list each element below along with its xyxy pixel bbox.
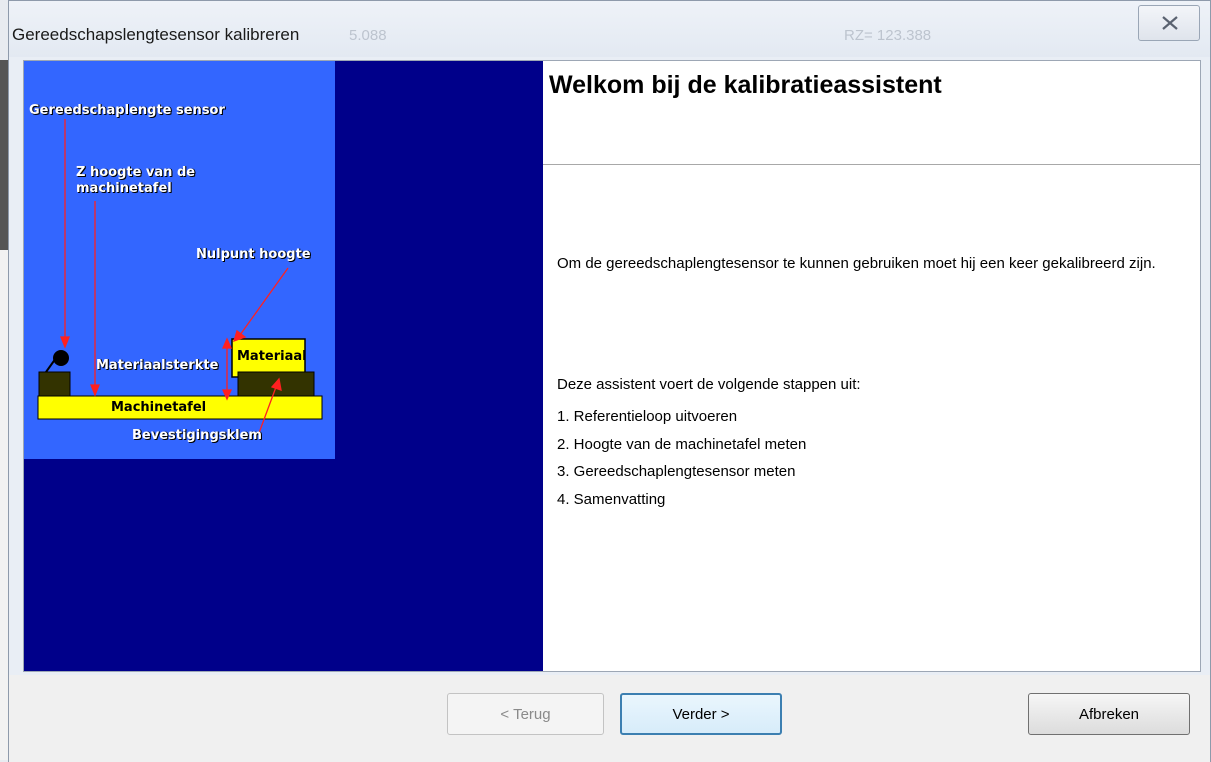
wizard-side-panel: Gereedschaplengte sensor Z hoogte van de… <box>24 61 543 671</box>
label-tool-length-sensor: Gereedschaplengte sensor <box>29 103 225 118</box>
label-z-height-line1: Z hoogte van de <box>76 165 196 180</box>
title-bar[interactable]: Gereedschapslengtesensor kalibreren 5.08… <box>9 1 1210 57</box>
list-item: 2. Hoogte van de machinetafel meten <box>557 435 807 453</box>
list-item: 3. Gereedschaplengtesensor meten <box>557 463 796 480</box>
label-zero-height: Nulpunt hoogte <box>196 247 311 262</box>
label-clamp: Bevestigingsklem <box>132 428 262 443</box>
calibration-diagram: Gereedschaplengte sensor Z hoogte van de… <box>24 61 335 459</box>
window-title: Gereedschapslengtesensor kalibreren <box>12 25 300 44</box>
wizard-content: Gereedschaplengte sensor Z hoogte van de… <box>23 60 1201 672</box>
steps-intro: Deze assistent voert de volgende stappen… <box>557 376 861 393</box>
calibration-dialog: Gereedschapslengtesensor kalibreren 5.08… <box>8 0 1211 762</box>
cancel-button[interactable]: Afbreken <box>1028 693 1190 735</box>
wizard-main-panel: Welkom bij de kalibratieassistent Om de … <box>543 61 1200 671</box>
label-z-height-line2: machinetafel <box>76 181 172 196</box>
close-button[interactable] <box>1138 5 1200 41</box>
back-button[interactable]: < Terug <box>447 693 604 735</box>
list-item: 1. Referentieloop uitvoeren <box>557 408 738 425</box>
label-material-thickness: Materiaalsterkte <box>96 358 219 373</box>
intro-paragraph: Om de gereedschaplengtesensor te kunnen … <box>557 255 1156 272</box>
background-coordinate-text: 5.088 <box>349 27 387 44</box>
label-machine-table: Machinetafel <box>111 400 207 415</box>
background-coordinate-text: RZ= 123.388 <box>844 27 932 44</box>
list-item: 4. Samenvatting <box>557 490 666 508</box>
wizard-header: Welkom bij de kalibratieassistent <box>543 61 1200 165</box>
button-bar: < Terug Verder > Afbreken <box>9 675 1210 762</box>
close-icon <box>1162 16 1178 30</box>
next-button[interactable]: Verder > <box>620 693 782 735</box>
steps-list: 1. Referentieloop uitvoeren 2. Hoogte va… <box>557 407 806 517</box>
page-title: Welkom bij de kalibratieassistent <box>549 71 942 99</box>
label-material: Materiaal <box>237 349 307 364</box>
